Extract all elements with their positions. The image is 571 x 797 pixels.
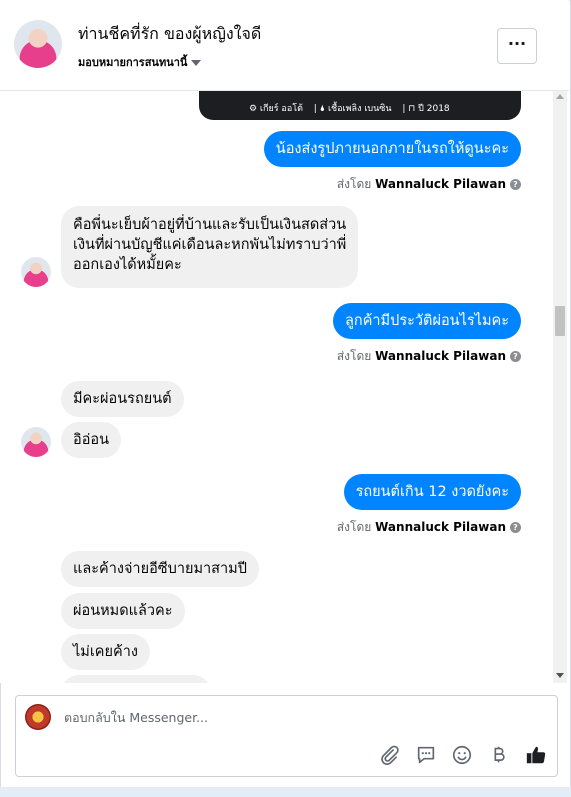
message-incoming[interactable]: มีคะผ่อนรถยนต์ (61, 381, 184, 417)
gear-meta: ⚙ เกียร์ ออโต้ (249, 104, 303, 114)
assign-label: มอบหมายการสนทนานี้ (78, 56, 188, 69)
paperclip-icon[interactable] (378, 744, 402, 766)
assign-conversation-dropdown[interactable]: มอบหมายการสนทนานี้ (78, 53, 202, 71)
avatar[interactable] (21, 257, 51, 287)
help-icon[interactable]: ? (510, 179, 521, 190)
avatar[interactable] (14, 20, 62, 68)
message-incoming-partial[interactable] (61, 675, 211, 683)
help-icon[interactable]: ? (510, 351, 521, 362)
listing-meta: ⚙ เกียร์ ออโต้ | 🌢 เชื้อเพลิง เบนซิน | ⊓… (249, 101, 458, 115)
chat-bubble-icon[interactable] (415, 744, 439, 766)
help-icon[interactable]: ? (510, 522, 521, 533)
message-incoming[interactable]: คือพี่นะเย็บผ้าอยู่ที่บ้านและรับเป็นเงิน… (61, 206, 359, 288)
message-incoming[interactable]: ไม่เคยค้าง (61, 634, 150, 670)
message-composer (15, 695, 558, 777)
message-outgoing[interactable]: ลูกค้ามีประวัติผ่อนไรไมคะ (333, 303, 521, 339)
message-incoming[interactable]: ผ่อนหมดแล้วคะ (61, 593, 185, 629)
message-line: คือพี่นะเย็บผ้าอยู่ที่บ้านและรับเป็นเงิน… (73, 217, 347, 233)
sent-by-label: ส่งโดย Wannaluck Pilawan? (337, 347, 521, 366)
emoji-icon[interactable] (451, 744, 475, 766)
page-avatar (25, 704, 51, 730)
scrollbar-thumb[interactable] (555, 306, 565, 336)
message-outgoing[interactable]: น้องส่งรูปภายนอกภายในรถให้ดูนะคะ (263, 131, 521, 167)
reply-input[interactable] (64, 710, 534, 725)
more-options-button[interactable]: ··· (497, 28, 537, 64)
year-meta: | ⊓ ปี 2018 (402, 104, 450, 114)
scroll-down-icon[interactable] (556, 673, 564, 678)
baht-icon[interactable] (488, 744, 512, 766)
page-title: ท่านชีคที่รัก ของผู้หญิงใจดี (78, 24, 262, 43)
message-line: เงินที่ผ่านบัญชีแค่เดือนละหกพันไม่ทราบว่… (73, 237, 347, 253)
sent-by-label: ส่งโดย Wannaluck Pilawan? (337, 175, 521, 194)
message-line: ออกเองได้หมั้ยคะ (73, 257, 182, 273)
message-thread[interactable]: ⚙ เกียร์ ออโต้ | 🌢 เชื้อเพลิง เบนซิน | ⊓… (0, 91, 569, 683)
conversation-header: ท่านชีคที่รัก ของผู้หญิงใจดี มอบหมายการส… (0, 0, 569, 91)
window-bottom-bar (0, 787, 571, 797)
scroll-up-icon[interactable] (556, 94, 564, 99)
caret-down-icon (191, 60, 202, 66)
message-incoming[interactable]: และค้างจ่ายอีซีบายมาสามปี (61, 551, 259, 587)
fuel-meta: | 🌢 เชื้อเพลิง เบนซิน (313, 104, 392, 114)
message-incoming[interactable]: อิอ่อน (61, 422, 122, 458)
listing-card[interactable]: ⚙ เกียร์ ออโต้ | 🌢 เชื้อเพลิง เบนซิน | ⊓… (199, 91, 521, 120)
sent-by-label: ส่งโดย Wannaluck Pilawan? (337, 518, 521, 537)
avatar[interactable] (21, 427, 51, 457)
thumbs-up-icon[interactable] (524, 744, 548, 766)
message-outgoing[interactable]: รถยนต์เกิน 12 งวดยังคะ (343, 474, 521, 510)
scrollbar[interactable] (553, 91, 567, 683)
